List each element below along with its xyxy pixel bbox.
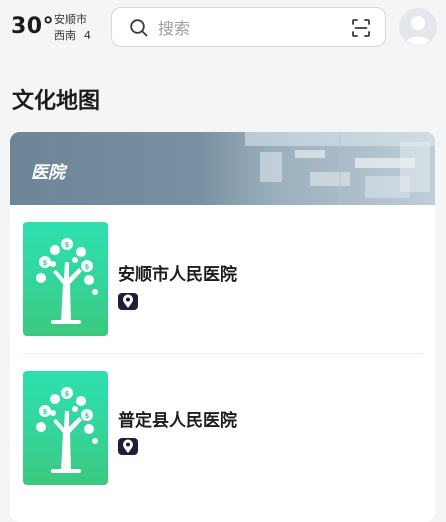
money-tree-icon: $ $ $: [36, 238, 98, 324]
scan-icon[interactable]: [351, 18, 371, 38]
wind-level: 4: [84, 29, 91, 42]
item-thumbnail: $ $ $: [23, 371, 108, 485]
list-item[interactable]: $ $ $ 普定县人民医院: [10, 354, 435, 500]
category-card: 医院 $ $ $ 安顺市人民医院 $ $ $ 普定县人民医院: [10, 132, 435, 522]
avatar[interactable]: [399, 8, 437, 46]
category-banner[interactable]: 医院: [10, 132, 435, 205]
temperature: 30°: [11, 14, 55, 39]
weather-location: 安顺市 西南 4: [54, 12, 91, 44]
user-avatar-icon: [400, 9, 436, 45]
svg-text:$: $: [43, 259, 48, 267]
item-thumbnail: $ $ $: [23, 222, 108, 336]
location-pin-icon: [123, 294, 133, 308]
wind-direction: 西南: [54, 29, 76, 42]
svg-text:$: $: [85, 263, 90, 271]
svg-text:$: $: [43, 408, 48, 416]
location-pin-icon: [123, 439, 133, 453]
list-item[interactable]: $ $ $ 安顺市人民医院: [10, 205, 435, 351]
money-tree-icon: $ $ $: [36, 387, 98, 473]
search-input[interactable]: [156, 14, 340, 42]
svg-text:$: $: [85, 412, 90, 420]
svg-text:$: $: [65, 241, 70, 249]
page-title: 文化地图: [12, 89, 101, 114]
category-title: 医院: [31, 163, 65, 183]
location-badge[interactable]: [118, 293, 138, 310]
item-name: 安顺市人民医院: [118, 265, 237, 285]
item-name: 普定县人民医院: [118, 411, 237, 431]
city-name: 安顺市: [54, 13, 87, 26]
search-icon: [130, 19, 148, 37]
search-box[interactable]: [111, 7, 386, 47]
location-badge[interactable]: [118, 438, 138, 455]
svg-text:$: $: [65, 390, 70, 398]
top-bar: 30° 安顺市 西南 4: [0, 0, 446, 56]
hospital-banner-image: [10, 132, 435, 205]
